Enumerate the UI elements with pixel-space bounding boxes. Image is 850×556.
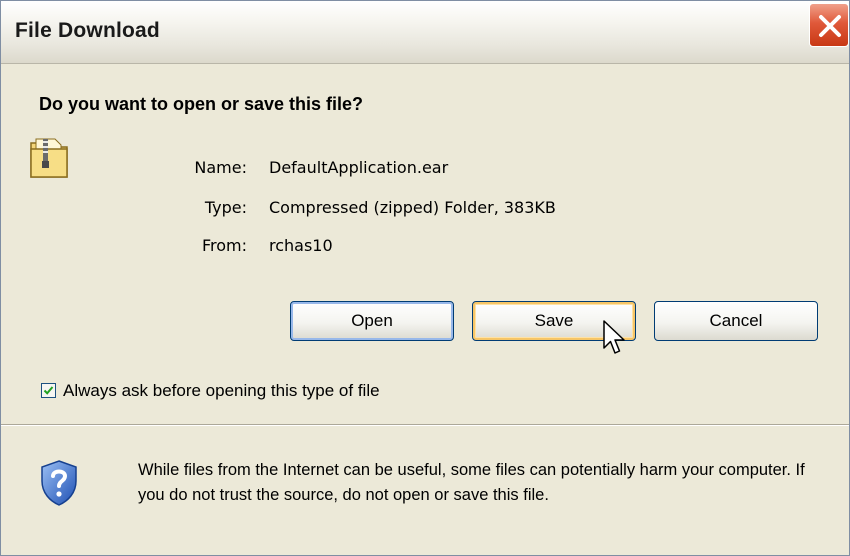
checkmark-icon [43, 386, 54, 395]
zipped-folder-icon [30, 138, 68, 178]
question-heading: Do you want to open or save this file? [39, 94, 364, 114]
close-button[interactable] [809, 3, 849, 47]
window-title: File Download [15, 19, 160, 42]
file-download-dialog: File Download Do you want to open or sav… [0, 0, 850, 556]
type-label: Type: [204, 198, 247, 217]
dialog-body: Do you want to open or save this file? N… [1, 64, 849, 424]
type-value: Compressed (zipped) Folder, 383KB [269, 198, 556, 217]
always-ask-label[interactable]: Always ask before opening this type of f… [63, 381, 380, 401]
name-value: DefaultApplication.ear [269, 158, 449, 177]
name-label: Name: [194, 158, 247, 177]
mouse-pointer-icon [603, 320, 625, 354]
close-icon [819, 15, 841, 37]
title-bar[interactable]: File Download [1, 1, 849, 64]
always-ask-checkbox[interactable] [41, 383, 56, 398]
open-button[interactable]: Open [290, 301, 454, 341]
from-value: rchas10 [269, 236, 333, 255]
warning-section: While files from the Internet can be use… [1, 426, 849, 555]
cancel-button[interactable]: Cancel [654, 301, 818, 341]
from-label: From: [201, 236, 247, 255]
shield-question-icon [41, 460, 77, 506]
security-warning-text: While files from the Internet can be use… [138, 461, 805, 504]
